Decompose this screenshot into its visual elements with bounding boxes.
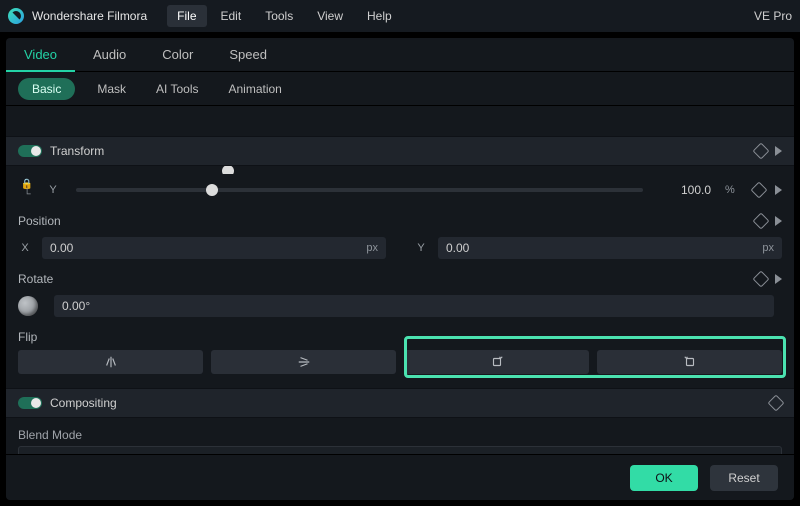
rotate-ccw-button[interactable] xyxy=(597,350,782,374)
subtab-mask[interactable]: Mask xyxy=(89,78,134,100)
flip-horizontal-button[interactable] xyxy=(18,350,203,374)
properties-panel: Video Audio Color Speed Basic Mask AI To… xyxy=(6,38,794,500)
blend-mode-dropdown[interactable]: Normal xyxy=(18,446,782,454)
rotate-label: Rotate xyxy=(18,272,53,286)
ok-button[interactable]: OK xyxy=(630,465,698,491)
title-right: VE Pro xyxy=(754,9,792,23)
scale-y-thumb[interactable] xyxy=(206,184,218,196)
tab-video[interactable]: Video xyxy=(6,38,75,72)
menu-tools[interactable]: Tools xyxy=(255,5,303,27)
scale-y-label: Y xyxy=(46,184,60,196)
scale-y-unit: % xyxy=(725,184,743,196)
compositing-keyframe-icon[interactable] xyxy=(768,395,785,412)
menu-file[interactable]: File xyxy=(167,5,206,27)
flip-vertical-button[interactable] xyxy=(211,350,396,374)
branch-icon: └ xyxy=(23,190,30,200)
flip-horizontal-icon xyxy=(104,355,118,369)
scale-y-more-icon[interactable] xyxy=(775,185,782,195)
transform-toggle[interactable] xyxy=(18,145,42,157)
transform-expand-icon[interactable] xyxy=(775,146,782,156)
main-area: Video Audio Color Speed Basic Mask AI To… xyxy=(0,32,800,506)
scale-y-value[interactable]: 100.0 xyxy=(659,183,715,197)
position-y-label: Y xyxy=(414,242,428,254)
transform-label: Transform xyxy=(50,144,104,158)
flip-label: Flip xyxy=(18,330,37,344)
rotate-input[interactable]: 0.00° xyxy=(54,295,774,317)
menu-view[interactable]: View xyxy=(307,5,353,27)
position-keyframe-icon[interactable] xyxy=(753,213,770,230)
rotate-knob[interactable] xyxy=(18,296,38,316)
rotate-cw-icon xyxy=(490,355,504,369)
rotate-ccw-icon xyxy=(683,355,697,369)
transform-section-header[interactable]: Transform xyxy=(6,136,794,166)
subtab-animation[interactable]: Animation xyxy=(220,78,289,100)
position-x-unit: px xyxy=(366,242,378,254)
tab-audio[interactable]: Audio xyxy=(75,38,144,72)
rotate-cw-button[interactable] xyxy=(404,350,589,374)
scale-x-partial xyxy=(18,166,782,174)
scale-x-thumb-partial[interactable] xyxy=(222,166,234,174)
compositing-toggle[interactable] xyxy=(18,397,42,409)
menu-help[interactable]: Help xyxy=(357,5,402,27)
category-tabs: Video Audio Color Speed xyxy=(6,38,794,72)
app-title: Wondershare Filmora xyxy=(32,9,147,23)
transform-keyframe-icon[interactable] xyxy=(753,143,770,160)
title-bar: Wondershare Filmora File Edit Tools View… xyxy=(0,0,800,32)
panel-body: Transform 🔒 └ Y xyxy=(6,136,794,454)
compositing-label: Compositing xyxy=(50,396,117,410)
position-label: Position xyxy=(18,214,61,228)
position-y-unit: px xyxy=(762,242,774,254)
tab-speed[interactable]: Speed xyxy=(211,38,285,72)
rotate-keyframe-icon[interactable] xyxy=(753,271,770,288)
menu-bar: File Edit Tools View Help xyxy=(167,5,402,27)
scale-y-slider[interactable] xyxy=(76,188,643,192)
flip-vertical-icon xyxy=(297,355,311,369)
sub-tabs: Basic Mask AI Tools Animation xyxy=(6,72,794,106)
blend-mode-label: Blend Mode xyxy=(18,428,782,442)
compositing-section-header[interactable]: Compositing xyxy=(6,388,794,418)
tab-color[interactable]: Color xyxy=(144,38,211,72)
position-x-label: X xyxy=(18,242,32,254)
position-y-value: 0.00 xyxy=(446,241,469,255)
scale-lock-column: 🔒 └ xyxy=(18,180,36,200)
position-y-input[interactable]: 0.00 px xyxy=(438,237,782,259)
position-more-icon[interactable] xyxy=(775,216,782,226)
rotate-more-icon[interactable] xyxy=(775,274,782,284)
subtab-basic[interactable]: Basic xyxy=(18,78,75,100)
panel-footer: OK Reset xyxy=(6,454,794,500)
flip-row xyxy=(18,350,782,374)
menu-edit[interactable]: Edit xyxy=(211,5,252,27)
scale-y-keyframe-icon[interactable] xyxy=(751,182,768,199)
app-logo-icon xyxy=(8,8,24,24)
subtab-ai-tools[interactable]: AI Tools xyxy=(148,78,206,100)
rotate-value: 0.00° xyxy=(62,299,90,313)
position-x-input[interactable]: 0.00 px xyxy=(42,237,386,259)
position-x-value: 0.00 xyxy=(50,241,73,255)
reset-button[interactable]: Reset xyxy=(710,465,778,491)
